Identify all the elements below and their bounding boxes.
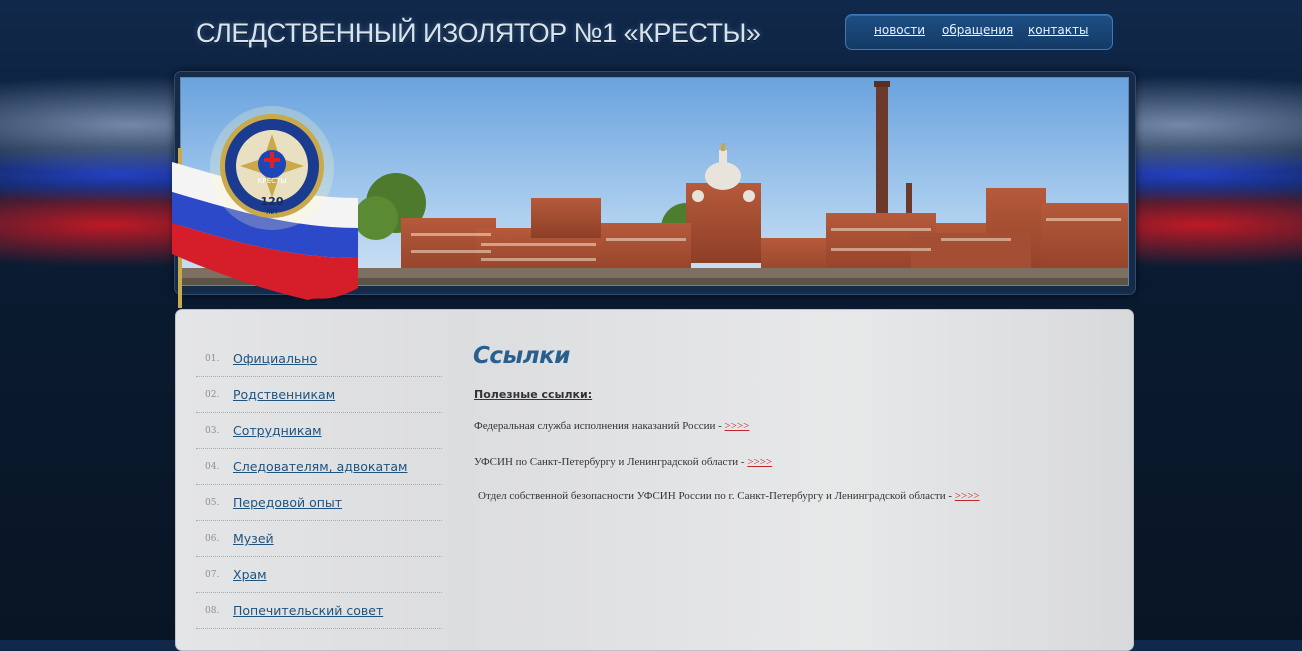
page-title: Ссылки bbox=[473, 343, 570, 369]
link-row-ufsin: УФСИН по Санкт-Петербургу и Ленинградско… bbox=[474, 456, 772, 468]
sidebar-item-museum[interactable]: 06. Музей bbox=[196, 521, 442, 557]
top-navigation: новости обращения контакты bbox=[845, 14, 1113, 50]
site-title: СЛЕДСТВЕННЫЙ ИЗОЛЯТОР №1 «КРЕСТЫ» bbox=[196, 18, 761, 48]
link-row-text: УФСИН по Санкт-Петербургу и Ленинградско… bbox=[474, 456, 748, 468]
emblem-years: 120 bbox=[261, 195, 284, 208]
nav-appeals-link[interactable]: обращения bbox=[942, 23, 1013, 37]
menu-number: 05. bbox=[205, 498, 220, 508]
menu-number: 08. bbox=[205, 606, 220, 616]
sidebar-item-board[interactable]: 08. Попечительский совет bbox=[196, 593, 442, 629]
menu-link[interactable]: Официально bbox=[233, 351, 317, 366]
ufsin-link[interactable]: >>>> bbox=[747, 456, 772, 468]
menu-number: 02. bbox=[205, 390, 220, 400]
menu-link[interactable]: Попечительский совет bbox=[233, 603, 383, 618]
sidebar-item-employees[interactable]: 03. Сотрудникам bbox=[196, 413, 442, 449]
sidebar-menu: 01. Официально 02. Родственникам 03. Сот… bbox=[196, 341, 442, 629]
security-dept-link[interactable]: >>>> bbox=[955, 490, 980, 502]
nav-news-link[interactable]: новости bbox=[874, 23, 925, 37]
link-row-text: Федеральная служба исполнения наказаний … bbox=[474, 420, 725, 432]
emblem-city-text: КРЕСТЫ bbox=[258, 177, 287, 185]
menu-link[interactable]: Родственникам bbox=[233, 387, 335, 402]
emblem-years-unit: ЛЕТ bbox=[266, 209, 278, 216]
link-row-security: Отдел собственной безопасности УФСИН Рос… bbox=[478, 490, 980, 502]
sidebar-item-official[interactable]: 01. Официально bbox=[196, 341, 442, 377]
menu-link[interactable]: Храм bbox=[233, 567, 267, 582]
sidebar-item-best-practice[interactable]: 05. Передовой опыт bbox=[196, 485, 442, 521]
menu-link[interactable]: Музей bbox=[233, 531, 274, 546]
menu-number: 03. bbox=[205, 426, 220, 436]
menu-number: 06. bbox=[205, 534, 220, 544]
nav-contacts-link[interactable]: контакты bbox=[1028, 23, 1089, 37]
menu-link[interactable]: Передовой опыт bbox=[233, 495, 342, 510]
useful-links-heading: Полезные ссылки: bbox=[474, 388, 593, 401]
menu-number: 01. bbox=[205, 354, 220, 364]
sidebar-item-investigators[interactable]: 04. Следователям, адвокатам bbox=[196, 449, 442, 485]
menu-number: 04. bbox=[205, 462, 220, 472]
emblem-with-flag: КРЕСТЫ 120 ЛЕТ bbox=[168, 88, 368, 308]
link-row-fsin: Федеральная служба исполнения наказаний … bbox=[474, 420, 749, 432]
link-row-text: Отдел собственной безопасности УФСИН Рос… bbox=[478, 490, 955, 502]
sidebar-item-temple[interactable]: 07. Храм bbox=[196, 557, 442, 593]
menu-link[interactable]: Сотрудникам bbox=[233, 423, 322, 438]
sidebar-item-relatives[interactable]: 02. Родственникам bbox=[196, 377, 442, 413]
menu-number: 07. bbox=[205, 570, 220, 580]
fsin-link[interactable]: >>>> bbox=[725, 420, 750, 432]
menu-link[interactable]: Следователям, адвокатам bbox=[233, 459, 407, 474]
